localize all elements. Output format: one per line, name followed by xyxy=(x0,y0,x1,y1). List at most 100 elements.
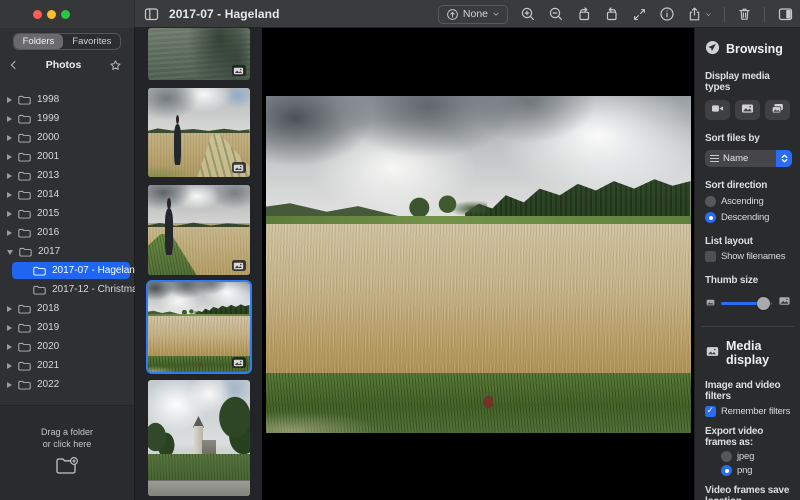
filters-label: Image and video filters xyxy=(705,380,781,402)
toggle-right-sidebar-button[interactable] xyxy=(777,6,794,22)
folder-row-2017-12-christmass[interactable]: 2017-12 - Christmass xyxy=(0,280,148,299)
toggle-left-sidebar-button[interactable] xyxy=(143,6,160,22)
add-folder-icon xyxy=(55,457,79,480)
disclosure-triangle-icon[interactable] xyxy=(7,381,12,388)
sort-files-by-label: Sort files by xyxy=(705,133,760,144)
folder-row-2001[interactable]: 2001 xyxy=(0,147,134,166)
video-icon xyxy=(710,102,725,118)
thumb-size-slider[interactable] xyxy=(721,296,772,310)
minimize-window-button[interactable] xyxy=(47,10,56,19)
checkbox-off-icon[interactable] xyxy=(705,251,716,262)
thumb-size-label: Thumb size xyxy=(705,275,759,286)
folder-row-2020[interactable]: 2020 xyxy=(0,337,134,356)
folder-row-2000[interactable]: 2000 xyxy=(0,128,134,147)
folder-row-2016[interactable]: 2016 xyxy=(0,223,134,242)
disclosure-triangle-icon[interactable] xyxy=(7,191,12,198)
photo-wheat-field xyxy=(265,224,691,375)
folder-row-2021[interactable]: 2021 xyxy=(0,356,134,375)
slider-knob[interactable] xyxy=(756,296,770,310)
folder-row-2017[interactable]: 2017 xyxy=(0,242,134,261)
folder-row-2022[interactable]: 2022 xyxy=(0,375,134,394)
folder-label: 2019 xyxy=(37,322,60,333)
show-videos-button[interactable] xyxy=(705,100,730,120)
rotate-right-button[interactable] xyxy=(604,6,620,22)
disclosure-triangle-icon[interactable] xyxy=(7,115,12,122)
folder-row-2013[interactable]: 2013 xyxy=(0,166,134,185)
folder-row-1998[interactable]: 1998 xyxy=(0,90,134,109)
folder-row-2014[interactable]: 2014 xyxy=(0,185,134,204)
export-frames-label: Export video frames as: xyxy=(705,426,764,448)
sort-ascending-option[interactable]: Ascending xyxy=(705,196,792,207)
chevron-down-icon xyxy=(705,11,712,18)
jpeg-label: jpeg xyxy=(737,451,755,462)
thumbnail-field-path-person[interactable] xyxy=(147,88,250,177)
favorite-star-icon[interactable] xyxy=(109,59,122,72)
close-window-button[interactable] xyxy=(33,10,42,19)
thumbnail-wheat-field-selected[interactable] xyxy=(145,280,252,374)
rotate-left-icon xyxy=(576,6,592,22)
disclosure-triangle-icon[interactable] xyxy=(7,134,12,141)
disclosure-triangle-icon[interactable] xyxy=(7,362,12,369)
descending-label: Descending xyxy=(721,212,770,223)
remember-filters-option[interactable]: Remember filters xyxy=(705,405,792,417)
expand-diagonal-icon xyxy=(632,7,647,22)
export-png-option[interactable]: png xyxy=(721,465,792,476)
save-location-label: Video frames save location xyxy=(705,485,790,500)
disclosure-triangle-icon[interactable] xyxy=(7,172,12,179)
rotate-left-button[interactable] xyxy=(576,6,592,22)
disclosure-triangle-open-icon[interactable] xyxy=(7,250,13,255)
folder-row-2015[interactable]: 2015 xyxy=(0,204,134,223)
media-display-section-title: Media display xyxy=(726,339,770,367)
disclosure-triangle-icon[interactable] xyxy=(7,96,12,103)
show-photos-button[interactable] xyxy=(735,100,760,120)
folder-icon xyxy=(18,190,31,200)
radio-on-icon[interactable] xyxy=(705,212,716,223)
radio-off-icon[interactable] xyxy=(721,451,732,462)
share-button[interactable] xyxy=(687,6,712,22)
disclosure-triangle-icon[interactable] xyxy=(7,210,12,217)
folder-row-2017-07-hageland[interactable]: 2017-07 - Hageland xyxy=(0,261,140,280)
disclosure-triangle-icon[interactable] xyxy=(7,305,12,312)
zoom-out-button[interactable] xyxy=(548,6,564,22)
toolbar-separator xyxy=(764,6,765,22)
photo-grass-foreground xyxy=(265,372,691,433)
thumbnail-person-in-wheat[interactable] xyxy=(147,185,250,275)
folder-row-2019[interactable]: 2019 xyxy=(0,318,134,337)
filter-dropdown[interactable]: None xyxy=(437,4,508,24)
folder-label: 2018 xyxy=(37,303,60,314)
export-jpeg-option[interactable]: jpeg xyxy=(721,451,792,462)
folder-row-2018[interactable]: 2018 xyxy=(0,299,134,318)
zoom-window-button[interactable] xyxy=(61,10,70,19)
list-lines-icon xyxy=(710,155,719,162)
radio-on-icon[interactable] xyxy=(721,465,732,476)
folder-icon xyxy=(18,209,31,219)
tab-favorites[interactable]: Favorites xyxy=(63,34,120,49)
show-filenames-option[interactable]: Show filenames xyxy=(705,251,792,262)
delete-button[interactable] xyxy=(737,6,752,22)
thumbnail-village-church[interactable] xyxy=(147,380,250,496)
folder-label: 2015 xyxy=(37,208,60,219)
main-photo-wheat-field[interactable] xyxy=(265,95,691,433)
disclosure-triangle-icon[interactable] xyxy=(7,343,12,350)
tab-folders[interactable]: Folders xyxy=(13,34,64,49)
folder-icon xyxy=(33,285,46,295)
ascending-label: Ascending xyxy=(721,196,764,207)
folder-label: 2020 xyxy=(37,341,60,352)
browsing-icon xyxy=(705,40,720,58)
zoom-in-button[interactable] xyxy=(520,6,536,22)
fullscreen-button[interactable] xyxy=(632,7,647,22)
folder-dropzone[interactable]: Drag a folder or click here xyxy=(0,405,134,500)
folder-row-1999[interactable]: 1999 xyxy=(0,109,134,128)
info-button[interactable] xyxy=(659,6,675,22)
sort-files-popup[interactable]: Name xyxy=(705,150,792,167)
disclosure-triangle-icon[interactable] xyxy=(7,229,12,236)
disclosure-triangle-icon[interactable] xyxy=(7,153,12,160)
folder-tree: 1998 1999 2000 2001 2013 2014 2015 2016 … xyxy=(0,74,148,394)
list-layout-label: List layout xyxy=(705,236,753,247)
checkbox-on-icon[interactable] xyxy=(705,405,716,417)
sort-descending-option[interactable]: Descending xyxy=(705,212,792,223)
disclosure-triangle-icon[interactable] xyxy=(7,324,12,331)
radio-off-icon[interactable] xyxy=(705,196,716,207)
thumbnail-pond-reflection[interactable] xyxy=(147,28,250,80)
show-stacked-media-button[interactable] xyxy=(765,100,790,120)
